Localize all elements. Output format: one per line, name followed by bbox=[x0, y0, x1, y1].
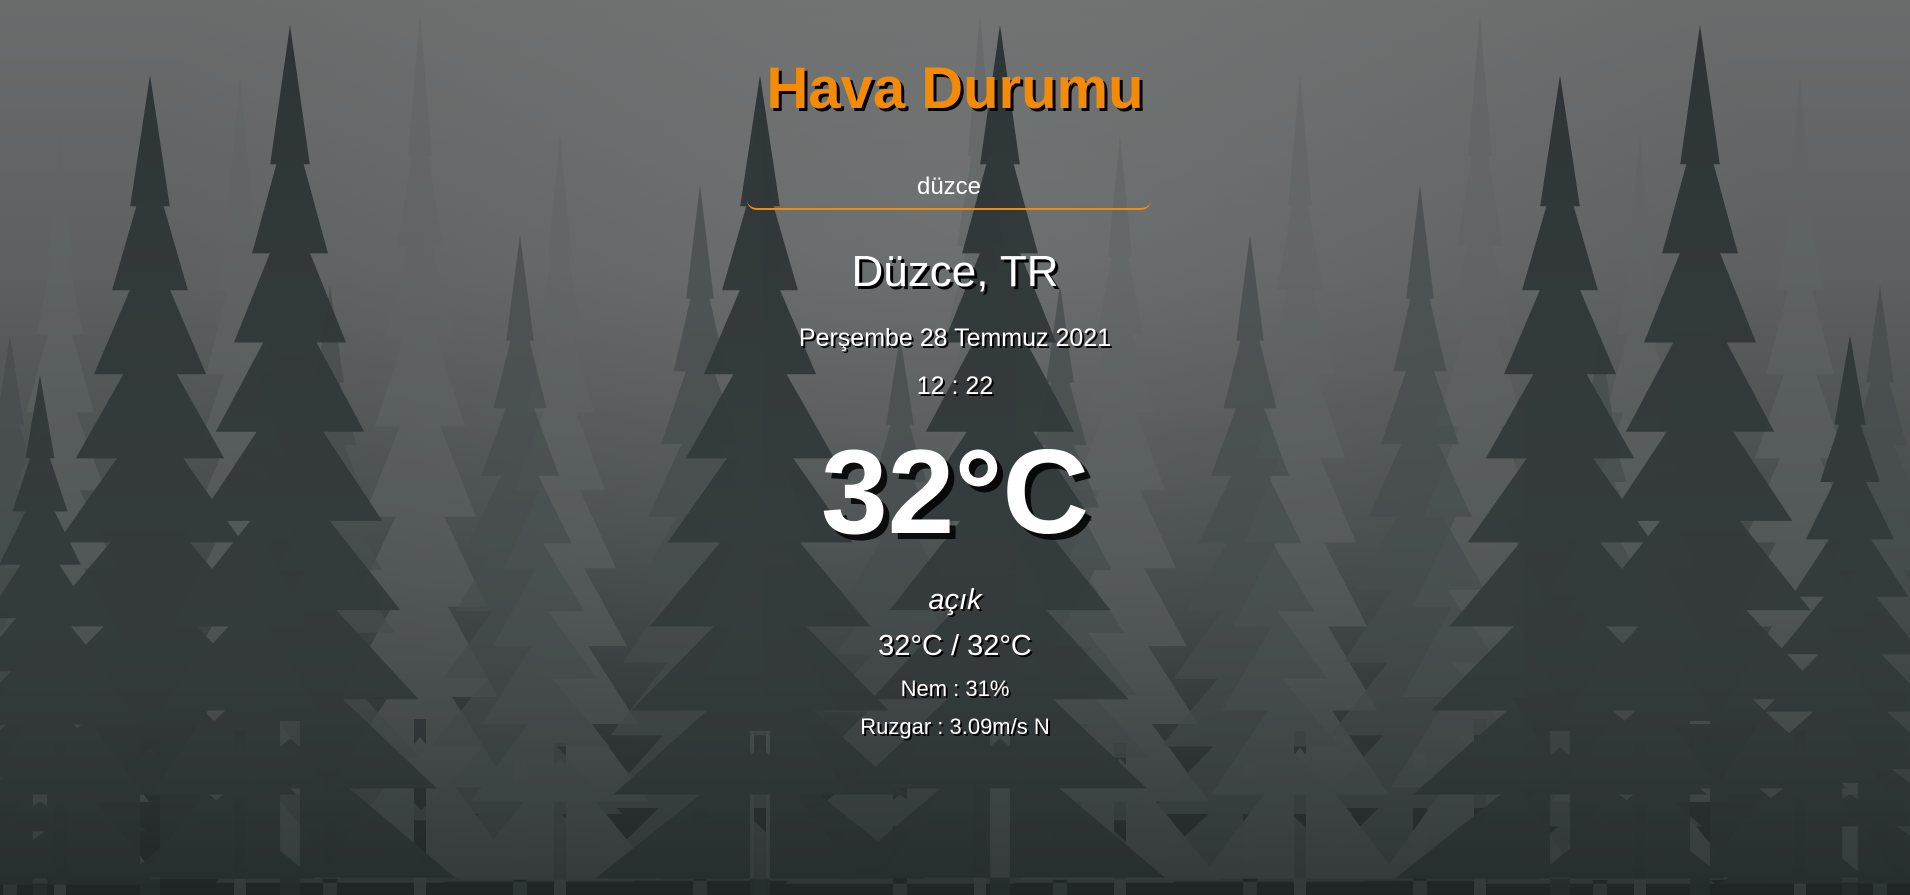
location-label: Düzce, TR bbox=[851, 247, 1059, 296]
temperature-value: 32°C bbox=[820, 425, 1090, 559]
date-label: Perşembe 28 Temmuz 2021 bbox=[798, 324, 1112, 352]
weather-condition: açık bbox=[928, 584, 982, 616]
weather-app: Hava Durumu Düzce, TR Perşembe 28 Temmuz… bbox=[0, 0, 1910, 895]
humidity-label: Nem : 31% bbox=[900, 676, 1010, 701]
app-title: Hava Durumu bbox=[766, 56, 1144, 121]
weather-panel: Hava Durumu Düzce, TR Perşembe 28 Temmuz… bbox=[0, 0, 1910, 895]
time-label: 12 : 22 bbox=[916, 372, 994, 400]
min-max-temperature: 32°C / 32°C bbox=[878, 630, 1032, 662]
city-search-input[interactable] bbox=[747, 164, 1151, 210]
wind-label: Ruzgar : 3.09m/s N bbox=[860, 714, 1050, 739]
search-box bbox=[747, 160, 1151, 210]
